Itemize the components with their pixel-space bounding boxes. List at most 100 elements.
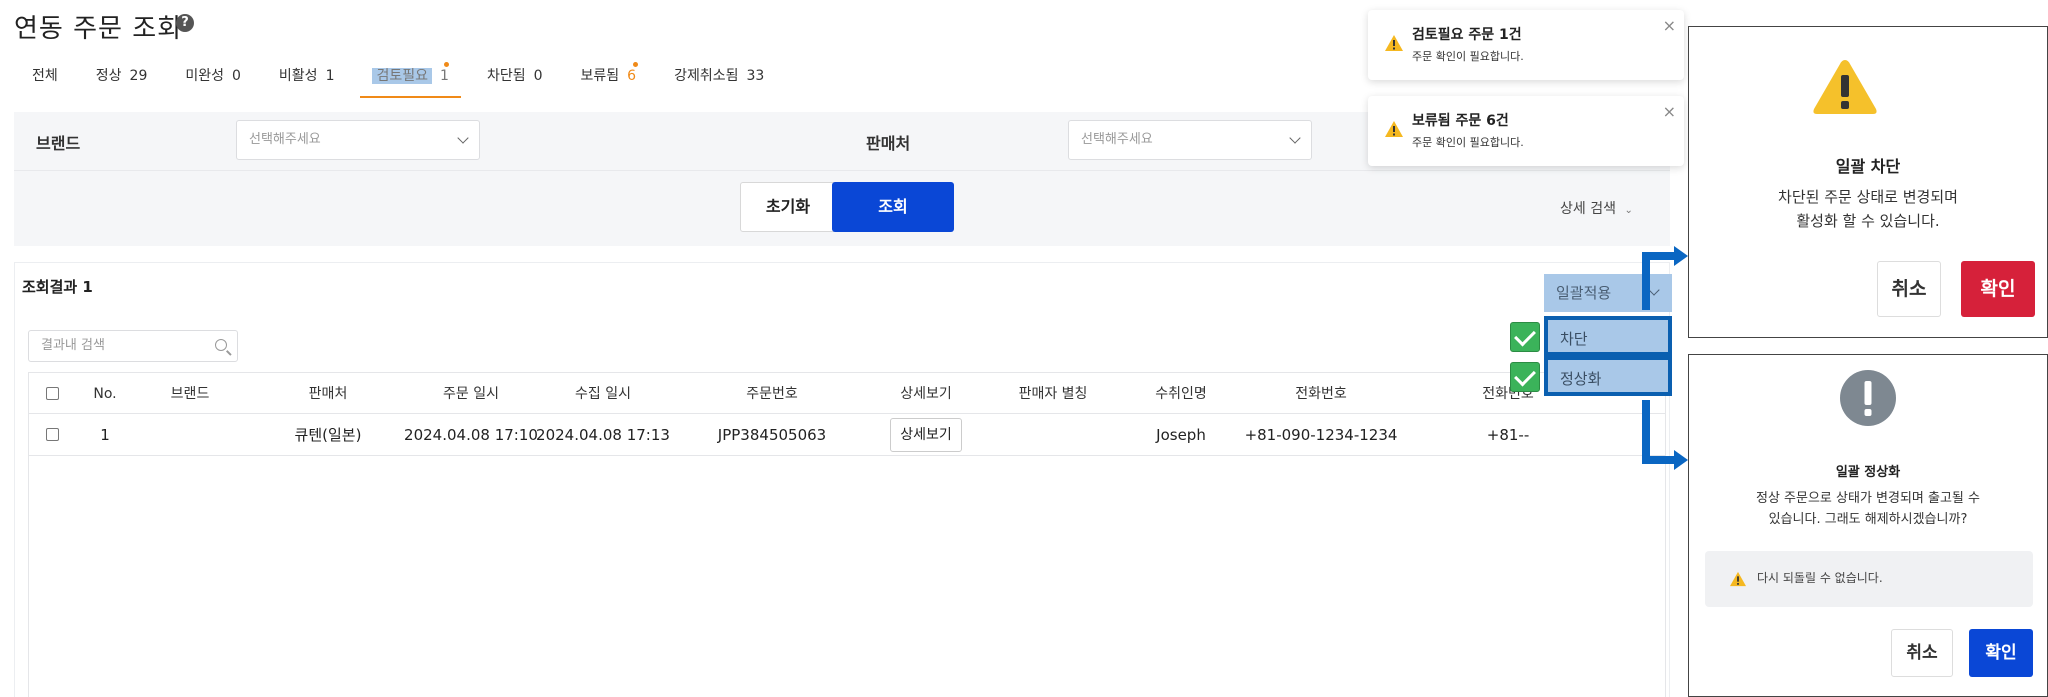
- modal-message-line: 차단된 주문 상태로 변경되며: [1778, 188, 1958, 206]
- row-order-time: 2024.04.08 17:10: [404, 426, 538, 444]
- warning-notice: 다시 되돌릴 수 없습니다.: [1705, 551, 2033, 607]
- warning-icon: [1730, 571, 1746, 587]
- tab-count: 1: [325, 68, 335, 84]
- brand-select-placeholder: 선택해주세요: [249, 132, 321, 147]
- search-icon[interactable]: [215, 339, 227, 351]
- checkmark-icon: [1510, 362, 1540, 392]
- tab-count: 0: [533, 68, 543, 84]
- bulk-block-modal: 일괄 차단 차단된 주문 상태로 변경되며 활성화 할 수 있습니다. 취소 확…: [1688, 26, 2048, 338]
- close-icon[interactable]: ×: [1663, 102, 1676, 121]
- seller-select-placeholder: 선택해주세요: [1081, 132, 1153, 147]
- bulk-option-block[interactable]: 차단: [1544, 316, 1672, 356]
- results-title: 조회결과 1: [22, 278, 93, 296]
- search-button[interactable]: 조회: [832, 182, 954, 232]
- advanced-search-toggle[interactable]: 상세 검색 ⌄: [1560, 198, 1633, 218]
- toast-title: 검토필요 주문 1건: [1412, 27, 1522, 43]
- chevron-down-icon: [1289, 132, 1301, 144]
- chevron-down-icon: [457, 132, 469, 144]
- arrow-connector: [1642, 400, 1650, 464]
- row-checkbox[interactable]: [46, 428, 59, 441]
- exclamation-circle-icon: [1840, 370, 1896, 426]
- column-header: 브랜드: [170, 386, 210, 402]
- tab-count: 33: [746, 68, 765, 84]
- select-all-checkbox[interactable]: [46, 387, 59, 400]
- toast-title: 보류됨 주문 6건: [1412, 113, 1509, 129]
- table-header-row: No. 브랜드 판매처 주문 일시 수집 일시 주문번호 상세보기 판매자 별칭…: [28, 372, 1666, 414]
- arrow-right-icon: [1674, 246, 1688, 266]
- arrow-right-icon: [1674, 450, 1688, 470]
- chevron-down-icon: ⌄: [1624, 205, 1633, 216]
- tab-count: 1: [440, 68, 449, 84]
- row-order-number: JPP384505063: [717, 426, 827, 444]
- column-header: 판매자 별칭: [1018, 386, 1088, 402]
- bulk-apply-dropdown[interactable]: 일괄적용: [1544, 274, 1672, 312]
- tab-review-needed[interactable]: 검토필요 1: [360, 62, 461, 98]
- modal-message: 차단된 주문 상태로 변경되며 활성화 할 수 있습니다.: [1689, 185, 2047, 233]
- warning-text: 다시 되돌릴 수 없습니다.: [1757, 571, 1883, 585]
- row-collect-time: 2024.04.08 17:13: [536, 426, 670, 444]
- toast-message: 주문 확인이 필요합니다.: [1412, 136, 1524, 149]
- column-header: No.: [93, 386, 117, 402]
- notification-dot: [632, 62, 638, 67]
- tab-inactive[interactable]: 비활성 1: [267, 66, 347, 98]
- modal-message: 정상 주문으로 상태가 변경되며 출고될 수 있습니다. 그래도 해제하시겠습니…: [1689, 489, 2047, 531]
- seller-label: 판매처: [866, 134, 911, 153]
- bulk-apply-label: 일괄적용: [1556, 284, 1612, 302]
- row-phone: +81-090-1234-1234: [1244, 426, 1398, 444]
- column-header: 주문 일시: [443, 386, 499, 402]
- tab-count: 0: [232, 68, 241, 84]
- question-circle-icon[interactable]: ?: [176, 14, 194, 32]
- toast-review-needed: 검토필요 주문 1건 주문 확인이 필요합니다. ×: [1368, 10, 1684, 80]
- modal-message-line: 활성화 할 수 있습니다.: [1796, 212, 1940, 230]
- close-icon[interactable]: ×: [1663, 16, 1676, 35]
- modal-title: 일괄 정상화: [1835, 465, 1901, 480]
- result-search-input[interactable]: 결과내 검색: [28, 330, 238, 362]
- cancel-button[interactable]: 취소: [1891, 629, 1953, 677]
- arrow-connector: [1642, 252, 1650, 310]
- column-header: 수취인명: [1155, 386, 1207, 402]
- confirm-button[interactable]: 확인: [1961, 261, 2035, 317]
- notification-dot: [444, 62, 450, 67]
- column-header: 전화번호: [1295, 386, 1347, 402]
- tab-all[interactable]: 전체: [20, 66, 70, 98]
- modal-message-line: 있습니다. 그래도 해제하시겠습니까?: [1768, 511, 1968, 527]
- column-header: 주문번호: [746, 386, 798, 402]
- table-row[interactable]: 1 큐텐(일본) 2024.04.08 17:10 2024.04.08 17:…: [28, 414, 1666, 456]
- tab-blocked[interactable]: 차단됨 0: [475, 66, 555, 98]
- bulk-normalize-modal: 일괄 정상화 정상 주문으로 상태가 변경되며 출고될 수 있습니다. 그래도 …: [1688, 354, 2048, 697]
- brand-label: 브랜드: [36, 134, 81, 153]
- view-detail-button[interactable]: 상세보기: [890, 418, 962, 452]
- row-number: 1: [100, 426, 110, 444]
- status-tabs: 전체 정상 29 미완성 0 비활성 1 검토필요 1 차단됨 0 보류됨 6 강제취소됨 3…: [20, 62, 790, 98]
- column-header: 수집 일시: [575, 386, 631, 402]
- row-seller: 큐텐(일본): [294, 426, 362, 444]
- row-recipient: Joseph: [1156, 426, 1206, 444]
- result-search-placeholder: 결과내 검색: [41, 338, 105, 353]
- toast-on-hold: 보류됨 주문 6건 주문 확인이 필요합니다. ×: [1368, 96, 1684, 166]
- tab-force-cancelled[interactable]: 강제취소됨 33: [662, 66, 776, 98]
- reset-button[interactable]: 초기화: [740, 182, 836, 232]
- arrow-connector: [1642, 456, 1676, 464]
- toast-message: 주문 확인이 필요합니다.: [1412, 50, 1524, 63]
- seller-select[interactable]: 선택해주세요: [1068, 120, 1312, 160]
- cancel-button[interactable]: 취소: [1877, 261, 1941, 317]
- column-header: 상세보기: [900, 386, 952, 402]
- tab-incomplete[interactable]: 미완성 0: [173, 66, 253, 98]
- row-phone-2: +81--: [1486, 426, 1530, 444]
- checkmark-icon: [1510, 322, 1540, 352]
- advanced-search-label: 상세 검색: [1560, 201, 1616, 217]
- modal-title: 일괄 차단: [1835, 157, 1901, 176]
- tab-on-hold[interactable]: 보류됨 6: [569, 62, 649, 98]
- column-header: 판매처: [308, 386, 348, 402]
- chevron-down-icon: [1648, 284, 1660, 296]
- tab-normal[interactable]: 정상 29: [84, 66, 160, 98]
- brand-select[interactable]: 선택해주세요: [236, 120, 480, 160]
- warning-icon: [1813, 60, 1877, 114]
- confirm-button[interactable]: 확인: [1969, 629, 2033, 677]
- filter-divider: [14, 170, 1670, 171]
- warning-icon: [1385, 35, 1403, 51]
- page-title: 연동 주문 조회: [14, 14, 183, 44]
- modal-message-line: 정상 주문으로 상태가 변경되며 출고될 수: [1756, 491, 1980, 506]
- arrow-connector: [1642, 252, 1676, 260]
- bulk-option-normalize[interactable]: 정상화: [1544, 356, 1672, 396]
